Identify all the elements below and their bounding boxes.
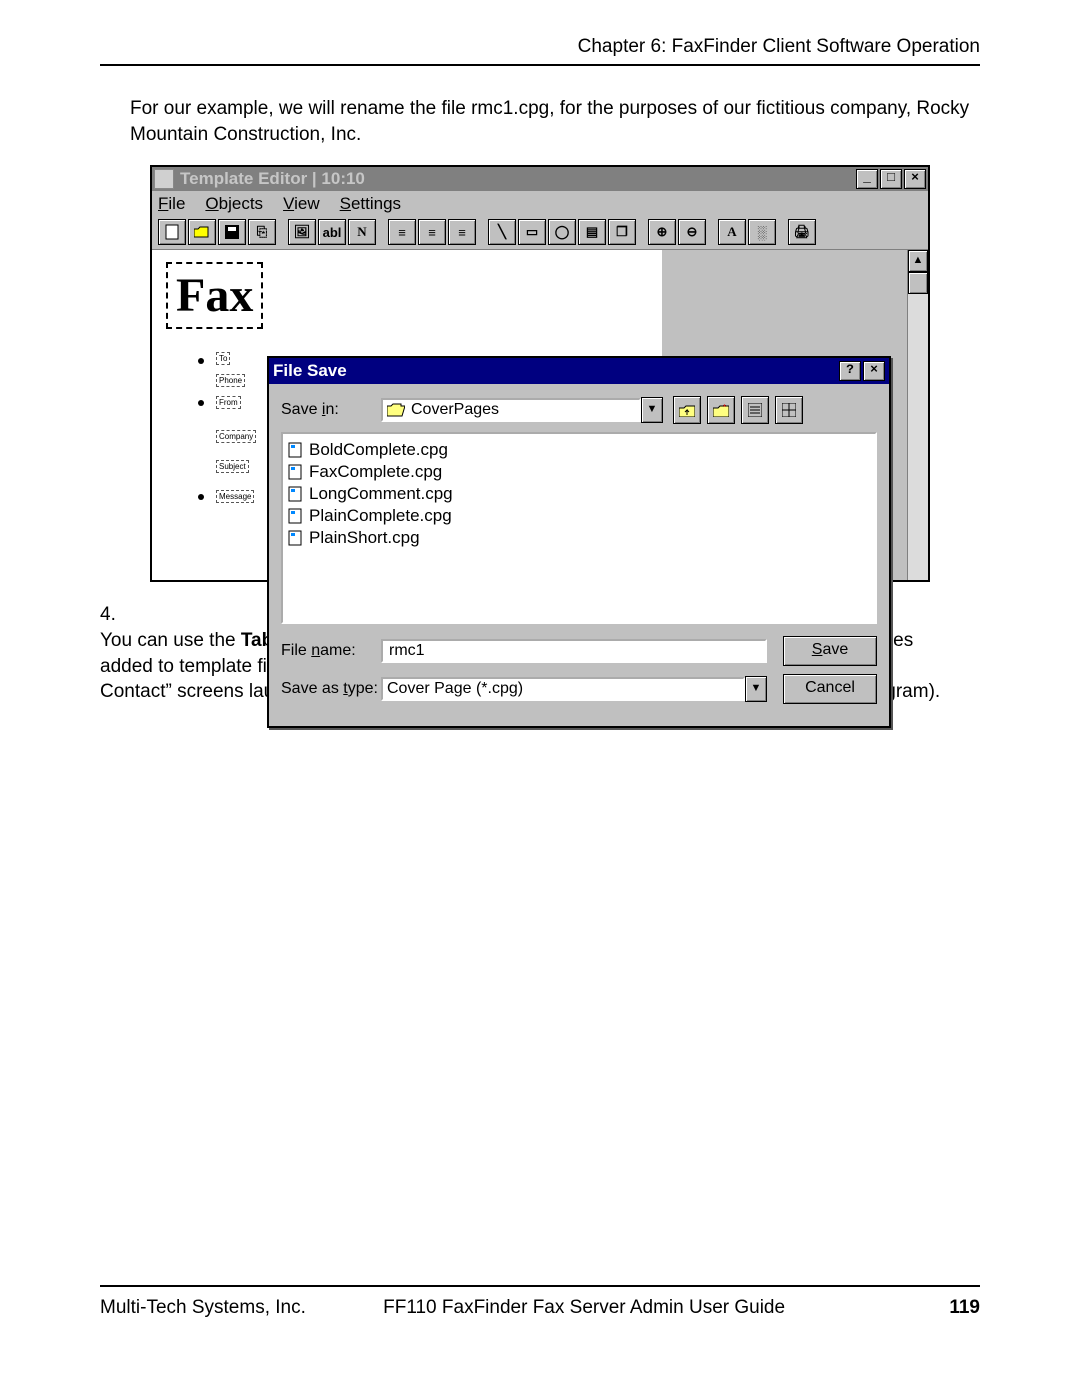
save-in-combo[interactable]: CoverPages [381,398,641,422]
intro-paragraph: For our example, we will rename the file… [130,96,980,147]
field-from[interactable]: From [216,396,241,409]
new-icon[interactable] [158,219,186,245]
dialog-title: File Save [273,361,347,381]
page-footer: Multi-Tech Systems, Inc. FF110 FaxFinder… [100,1297,980,1319]
align-left-icon[interactable]: ≡ [388,219,416,245]
print-icon[interactable]: 🖨 [788,219,816,245]
field-phone[interactable]: Phone [216,374,245,387]
zoom-in-icon[interactable]: ⊕ [648,219,676,245]
svg-text:*: * [723,403,726,412]
save-as-type-label: Save as type: [281,680,381,698]
bullet-icon [198,358,204,364]
detail-view-icon[interactable] [775,396,803,424]
edit-box-icon[interactable]: N [348,219,376,245]
minimize-button[interactable]: _ [856,169,878,189]
dialog-close-button[interactable]: × [863,361,885,381]
text-tool-icon[interactable]: abl [318,219,346,245]
zoom-out-icon[interactable]: ⊖ [678,219,706,245]
step-number: 4. [100,602,130,628]
maximize-button[interactable]: □ [880,169,902,189]
save-in-label: Save in: [281,401,381,419]
list-view-icon[interactable] [741,396,769,424]
font-tool-icon[interactable]: A [718,219,746,245]
list-item[interactable]: PlainComplete.cpg [287,506,871,526]
list-item[interactable]: PlainShort.cpg [287,528,871,548]
menubar: File Objects View Settings [152,191,928,217]
cancel-button[interactable]: Cancel [783,674,877,704]
cpg-file-icon [287,530,303,546]
dropdown-icon[interactable]: ▼ [745,676,767,702]
bullet-icon [198,494,204,500]
save-as-type-value: Cover Page (*.cpg) [387,680,739,698]
field-to[interactable]: To [216,352,230,365]
cpg-file-icon [287,508,303,524]
fax-label-object[interactable]: Fax [166,262,263,329]
help-button[interactable]: ? [839,361,861,381]
close-button[interactable]: × [904,169,926,189]
folder-open-icon [387,403,405,417]
up-one-level-icon[interactable] [673,396,701,424]
line-tool-icon[interactable]: ╲ [488,219,516,245]
menu-file[interactable]: File [158,194,185,214]
dropdown-icon[interactable]: ▼ [641,397,663,423]
file-list[interactable]: BoldComplete.cpg FaxComplete.cpg LongCom… [281,432,877,624]
cpg-file-icon [287,442,303,458]
save-in-value: CoverPages [411,401,499,419]
titlebar: Template Editor | 10:10 _ □ × [152,167,928,191]
scroll-thumb[interactable] [908,272,928,294]
system-menu-icon[interactable] [154,169,174,189]
cpg-file-icon [287,486,303,502]
open-icon[interactable] [188,219,216,245]
filename-input[interactable] [387,643,761,659]
fill-tool-icon[interactable]: ▤ [578,219,606,245]
bullet-icon [198,400,204,406]
scroll-up-icon[interactable]: ▲ [908,250,928,272]
menu-objects[interactable]: Objects [205,194,263,214]
align-right-icon[interactable]: ≡ [448,219,476,245]
dialog-titlebar: File Save ? × [269,358,889,384]
list-item[interactable]: LongComment.cpg [287,484,871,504]
filename-label: File name: [281,642,381,660]
menu-view[interactable]: View [283,194,320,214]
grid-tool-icon[interactable]: ░ [748,219,776,245]
save-button[interactable]: Save [783,636,877,666]
ellipse-tool-icon[interactable]: ◯ [548,219,576,245]
new-folder-icon[interactable]: * [707,396,735,424]
copy-tool-icon[interactable]: ❐ [608,219,636,245]
file-save-dialog: File Save ? × Save in: CoverPag [267,356,891,728]
footer-company: Multi-Tech Systems, Inc. [100,1297,383,1319]
exit-icon[interactable]: ⎘ [248,219,276,245]
field-message[interactable]: Message [216,490,254,503]
footer-page-number: 119 [949,1297,980,1319]
cpg-file-icon [287,464,303,480]
insert-image-icon[interactable]: 🖼 [288,219,316,245]
save-as-type-combo[interactable]: Cover Page (*.cpg) [381,677,745,701]
list-item[interactable]: BoldComplete.cpg [287,440,871,460]
template-editor-window: Template Editor | 10:10 _ □ × File Objec… [150,165,930,582]
field-company[interactable]: Company [216,430,256,443]
save-icon[interactable] [218,219,246,245]
chapter-header: Chapter 6: FaxFinder Client Software Ope… [100,36,980,66]
footer-doc-title: FF110 FaxFinder Fax Server Admin User Gu… [383,1297,949,1319]
field-subject[interactable]: Subject [216,460,249,473]
vertical-scrollbar[interactable]: ▲ [907,250,928,580]
list-item[interactable]: FaxComplete.cpg [287,462,871,482]
align-center-icon[interactable]: ≡ [418,219,446,245]
window-title: Template Editor | 10:10 [180,169,365,189]
rect-tool-icon[interactable]: ▭ [518,219,546,245]
menu-settings[interactable]: Settings [340,194,401,214]
toolbar: ⎘ 🖼 abl N ≡ ≡ ≡ ╲ ▭ ◯ ▤ ❐ ⊕ ⊖ A ░ 🖨 [152,217,928,250]
